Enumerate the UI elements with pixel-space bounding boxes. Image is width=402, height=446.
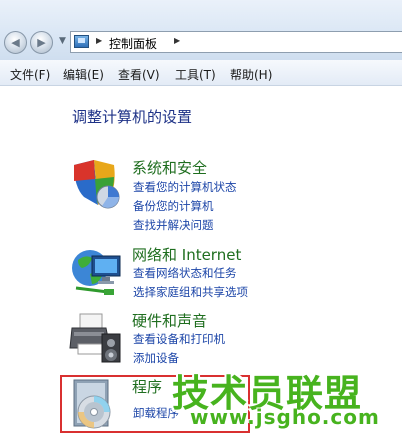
link-view-computer-status[interactable]: 查看您的计算机状态 <box>133 179 237 195</box>
shield-icon[interactable] <box>68 157 124 213</box>
category-title[interactable]: 系统和安全 <box>132 157 207 178</box>
category-title[interactable]: 硬件和声音 <box>132 310 207 331</box>
chevron-right-icon[interactable]: ▶ <box>96 36 102 45</box>
printer-icon[interactable] <box>68 310 124 366</box>
navigation-bar: ◀ ▶ ▼ ▶ 控制面板 ▶ <box>0 0 402 60</box>
menu-view[interactable]: 查看(V) <box>118 66 160 83</box>
page-title: 调整计算机的设置 <box>72 108 193 126</box>
menu-tools[interactable]: 工具(T) <box>175 66 216 83</box>
network-globe-icon[interactable] <box>68 244 124 300</box>
category-title[interactable]: 网络和 Internet <box>132 244 241 265</box>
category-network-internet: 网络和 Internet 查看网络状态和任务 选择家庭组和共享选项 <box>68 244 398 314</box>
control-panel-icon <box>74 35 89 48</box>
menu-bar: 文件(F) 编辑(E) 查看(V) 工具(T) 帮助(H) <box>0 60 402 86</box>
link-homegroup-sharing[interactable]: 选择家庭组和共享选项 <box>133 284 248 300</box>
chevron-right-icon[interactable]: ▶ <box>174 36 180 45</box>
category-system-security: 系统和安全 查看您的计算机状态 备份您的计算机 查找并解决问题 <box>68 157 398 232</box>
link-view-network-status[interactable]: 查看网络状态和任务 <box>133 265 237 281</box>
back-button[interactable]: ◀ <box>4 31 27 54</box>
link-devices-printers[interactable]: 查看设备和打印机 <box>133 331 225 347</box>
menu-help[interactable]: 帮助(H) <box>230 66 272 83</box>
address-bar[interactable]: ▶ 控制面板 ▶ <box>70 31 402 53</box>
recent-pages-dropdown-icon[interactable]: ▼ <box>59 36 66 46</box>
menu-edit[interactable]: 编辑(E) <box>63 66 104 83</box>
link-backup-computer[interactable]: 备份您的计算机 <box>133 198 214 214</box>
arrow-right-icon: ▶ <box>37 36 46 49</box>
category-title[interactable]: 程序 <box>132 376 162 397</box>
link-troubleshoot[interactable]: 查找并解决问题 <box>133 217 214 233</box>
breadcrumb-control-panel[interactable]: 控制面板 <box>109 35 157 52</box>
programs-disc-icon[interactable] <box>68 376 124 432</box>
forward-button[interactable]: ▶ <box>30 31 53 54</box>
watermark-url: www.jsgho.com <box>190 405 380 429</box>
menu-file[interactable]: 文件(F) <box>10 66 50 83</box>
arrow-left-icon: ◀ <box>11 36 20 49</box>
